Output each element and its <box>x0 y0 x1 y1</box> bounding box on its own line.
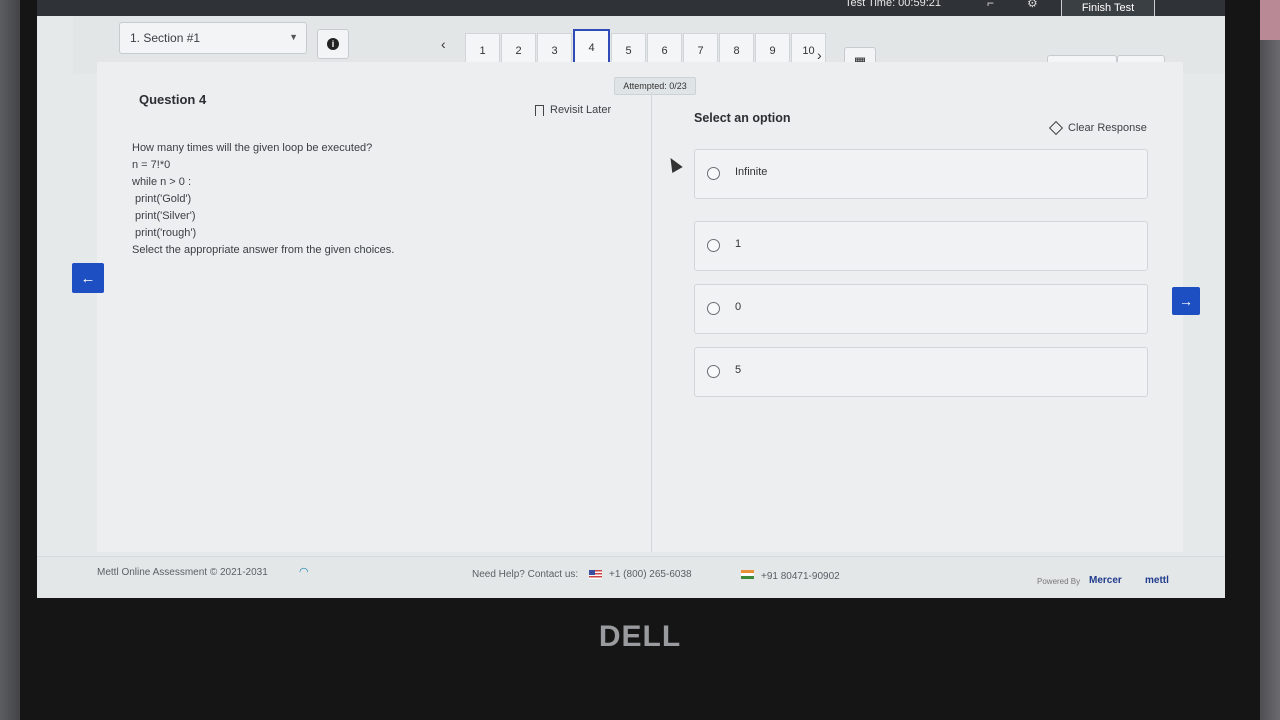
dell-logo: DELL <box>598 620 682 653</box>
eraser-icon <box>1048 120 1064 136</box>
revisit-later-button[interactable]: Revisit Later <box>535 104 611 116</box>
section-dropdown-value: 1. Section #1 <box>130 31 201 45</box>
footer-phone-us: +1 (800) 265-6038 <box>609 569 692 580</box>
pager-next-icon[interactable]: › <box>817 47 822 63</box>
top-bar: Test Time: 00:59:21 ⌐ ⚙ <box>37 0 1225 16</box>
option-4[interactable]: 5 <box>694 347 1148 397</box>
clear-response-button[interactable]: Clear Response <box>1048 120 1147 136</box>
question-line: print('rough') <box>132 227 197 239</box>
arrow-left-icon: ← <box>80 269 96 287</box>
panel-divider <box>651 92 652 552</box>
mettl-logo: mettl <box>1145 575 1169 586</box>
footer-phone-in: +91 80471-90902 <box>761 571 840 582</box>
radio-button[interactable] <box>707 302 720 315</box>
radio-button[interactable] <box>707 239 720 252</box>
option-label: 0 <box>735 301 742 313</box>
option-3[interactable]: 0 <box>694 284 1148 334</box>
question-number-4[interactable]: 4 <box>573 29 610 66</box>
arrow-right-icon: → <box>1179 293 1193 309</box>
india-flag-icon <box>741 570 754 579</box>
footer-help-text: Need Help? Contact us: <box>472 569 579 580</box>
section-dropdown[interactable]: 1. Section #1 ▼ <box>119 22 307 54</box>
pager-prev-icon[interactable]: ‹ <box>441 36 446 52</box>
question-line: Select the appropriate answer from the g… <box>132 244 395 256</box>
gear-icon[interactable]: ⚙ <box>1027 0 1038 10</box>
option-2[interactable]: 1 <box>694 221 1148 271</box>
question-title: Question 4 <box>139 92 207 107</box>
option-1[interactable]: Infinite <box>694 149 1148 199</box>
option-label: Infinite <box>735 166 768 178</box>
clear-response-label: Clear Response <box>1068 122 1147 134</box>
laptop-screen: Test Time: 00:59:21 ⌐ ⚙ Finish Test 1. S… <box>37 0 1225 598</box>
next-question-arrow[interactable]: → <box>1172 287 1200 315</box>
footer-copyright: Mettl Online Assessment © 2021-2031 <box>97 567 268 578</box>
question-line: How many times will the given loop be ex… <box>132 142 373 154</box>
select-option-title: Select an option <box>694 111 791 125</box>
mercer-logo: Mercer <box>1089 575 1122 586</box>
revisit-later-label: Revisit Later <box>550 104 612 116</box>
attempted-counter: Attempted: 0/23 <box>614 77 696 95</box>
bookmark-icon <box>535 104 544 116</box>
radio-button[interactable] <box>707 167 720 180</box>
previous-question-arrow[interactable]: ← <box>72 263 104 293</box>
us-flag-icon <box>589 570 602 579</box>
option-label: 1 <box>735 238 742 250</box>
radio-button[interactable] <box>707 365 720 378</box>
question-line: n = 7!*0 <box>132 159 171 171</box>
test-timer: Test Time: 00:59:21 <box>845 0 941 9</box>
wifi-icon: ◠ <box>299 566 309 578</box>
chevron-down-icon: ▼ <box>289 32 298 42</box>
info-button[interactable]: i <box>317 29 349 59</box>
info-icon: i <box>327 38 339 50</box>
question-line: print('Silver') <box>132 210 196 222</box>
footer: Mettl Online Assessment © 2021-2031 ◠ Ne… <box>37 556 1225 598</box>
question-text: How many times will the given loop be ex… <box>132 140 394 259</box>
option-label: 5 <box>735 364 742 376</box>
question-line: print('Gold') <box>132 193 192 205</box>
powered-by-label: Powered By <box>1037 577 1081 586</box>
collapse-icon[interactable]: ⌐ <box>987 0 994 10</box>
question-line: while n > 0 : <box>132 176 192 188</box>
